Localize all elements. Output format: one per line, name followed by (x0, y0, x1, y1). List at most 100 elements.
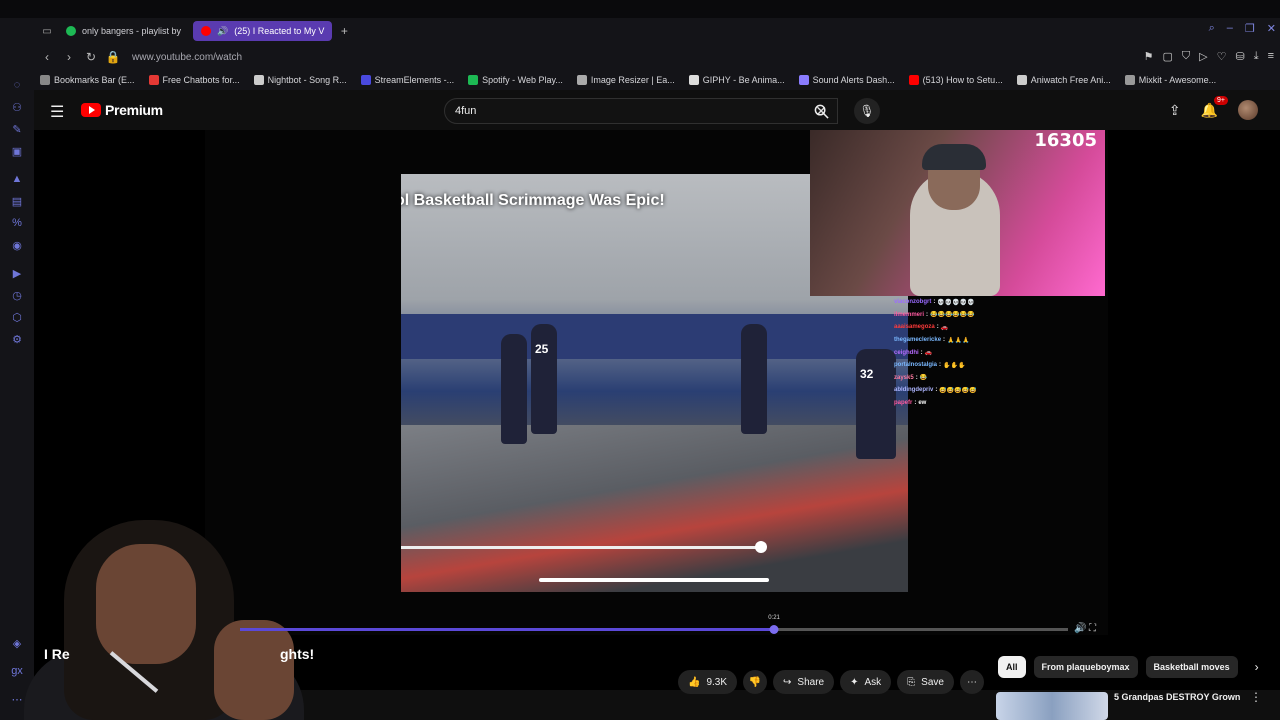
rail-history-icon[interactable]: ◷ (8, 286, 26, 304)
save-button[interactable]: ⎘ Save (897, 670, 954, 694)
video-title-right: ghts! (280, 646, 315, 662)
recommended-video[interactable]: 5 Grandpas DESTROY Grown ⋮ (996, 690, 1276, 720)
bookmark-item[interactable]: Free Chatbots for... (148, 75, 240, 85)
rail-twitch-icon[interactable]: ▤ (8, 192, 26, 210)
spotify-icon (66, 26, 76, 36)
browser-window: ▭ only bangers - playlist by 🔊 (25) I Re… (0, 0, 1280, 720)
bookmark-item[interactable]: Image Resizer | Ea... (576, 75, 675, 85)
chip-all[interactable]: All (998, 656, 1026, 678)
chat-text: 🙏🙏🙏 (947, 337, 970, 344)
embedded-scrubber (401, 546, 761, 549)
tab-overview-icon[interactable]: ▭ (40, 24, 54, 38)
rail-arrow-icon[interactable]: ▲ (8, 170, 26, 188)
bookmark-item[interactable]: Sound Alerts Dash... (798, 75, 895, 85)
search-button[interactable] (806, 98, 836, 124)
sparkle-icon: ✦ (850, 676, 859, 688)
recommended-title[interactable]: 5 Grandpas DESTROY Grown (1114, 692, 1240, 702)
logo-text: Premium (105, 102, 163, 118)
reload-icon[interactable]: ↻ (82, 50, 100, 64)
kebab-menu-icon[interactable]: ⋮ (1250, 690, 1262, 704)
window-controls: ⌕ – ❐ ✕ (1209, 22, 1276, 35)
recommendation-chips: All From plaqueboymax Basketball moves › (998, 656, 1268, 678)
rail-workspaces-icon[interactable]: ⚇ (8, 98, 26, 116)
menu-icon[interactable]: ≡ (1268, 50, 1274, 63)
rail-extensions-icon[interactable]: ⬡ (8, 308, 26, 326)
webcam-arm (214, 620, 294, 720)
share-button[interactable]: ↪ Share (773, 670, 835, 694)
like-count: 9.3K (706, 676, 728, 688)
upload-icon[interactable]: ⇪ (1169, 102, 1181, 119)
bookmark-favicon-icon (1016, 75, 1027, 85)
player-icon[interactable]: ▷ (1199, 50, 1207, 63)
bookmark-label: Free Chatbots for... (162, 75, 240, 85)
player-figure (741, 324, 767, 434)
url-field[interactable]: www.youtube.com/watch (132, 52, 242, 63)
like-button[interactable]: 👍 9.3K (678, 670, 738, 694)
bookmark-item[interactable]: Bookmarks Bar (E... (40, 75, 135, 85)
tab-label: only bangers - playlist by (82, 26, 182, 36)
chat-separator: : (939, 362, 942, 369)
rail-palette-icon[interactable]: ✎ (8, 120, 26, 138)
hamburger-menu-icon[interactable]: ☰ (50, 102, 64, 122)
chat-separator: : (936, 324, 939, 331)
new-tab-button[interactable]: + (336, 23, 352, 39)
rail-settings-icon[interactable]: ⚙ (8, 330, 26, 348)
thumbs-down-icon: 👎 (748, 676, 762, 688)
close-icon[interactable]: ✕ (1267, 22, 1276, 35)
heart-icon[interactable]: ♡ (1217, 50, 1227, 63)
adblock-icon[interactable]: ⛉ (1182, 50, 1190, 63)
chevron-right-icon[interactable]: › (1246, 656, 1268, 678)
video-progress-bar[interactable] (240, 625, 1068, 634)
bookmark-item[interactable]: Aniwatch Free Ani... (1016, 75, 1111, 85)
rail-player-icon[interactable]: ▶ (8, 264, 26, 282)
forward-icon[interactable]: › (60, 50, 78, 64)
tab-spotify[interactable]: only bangers - playlist by (58, 21, 189, 41)
chat-message: zaysk5: 😂 (894, 372, 1105, 385)
rail-percent-icon[interactable]: % (8, 214, 26, 232)
ask-button[interactable]: ✦ Ask (840, 670, 892, 694)
notifications-button[interactable]: 🔔 9+ (1201, 95, 1228, 119)
youtube-icon (201, 26, 212, 36)
lock-icon[interactable]: 🔒 (104, 50, 122, 64)
search-query: 4fun (455, 105, 477, 117)
dislike-button[interactable]: 👎 (743, 670, 768, 694)
search-input[interactable]: 4fun ✕ (444, 98, 838, 124)
chip-from-channel[interactable]: From plaqueboymax (1033, 656, 1138, 678)
bookmark-item[interactable]: Mixkit - Awesome... (1124, 75, 1216, 85)
rail-discord-icon[interactable]: ◉ (8, 236, 26, 254)
bookmark-favicon-icon (148, 75, 159, 85)
youtube-header: ☰ Premium 4fun ✕ 🎙 ⇪ 🔔 9+ (34, 90, 1280, 130)
chip-basketball-moves[interactable]: Basketball moves (1145, 656, 1238, 678)
speaker-icon[interactable]: 🔊 (217, 26, 228, 37)
restore-icon[interactable]: ❐ (1245, 22, 1255, 35)
youtube-logo[interactable]: Premium (81, 102, 163, 118)
fullscreen-icon[interactable]: ⛶ (1089, 623, 1096, 634)
bookmark-icon[interactable]: ⚑ (1144, 50, 1154, 63)
voice-search-button[interactable]: 🎙 (854, 98, 880, 124)
minimize-icon[interactable]: – (1227, 22, 1233, 35)
progress-knob[interactable] (769, 625, 779, 634)
bookmark-item[interactable]: Nightbot - Song R... (253, 75, 347, 85)
rail-ai-icon[interactable]: ◌ (8, 76, 26, 94)
home-indicator (539, 578, 769, 582)
recommended-thumbnail[interactable] (996, 692, 1108, 720)
bookmark-item[interactable]: (513) How to Setu... (908, 75, 1003, 85)
rail-messenger-icon[interactable]: ▣ (8, 142, 26, 160)
bookmark-item[interactable]: StreamElements -... (360, 75, 454, 85)
tab-youtube[interactable]: 🔊 (25) I Reacted to My V (193, 21, 333, 41)
volume-icon[interactable]: 🔊 (1074, 623, 1086, 634)
back-icon[interactable]: ‹ (38, 50, 56, 64)
search-tabs-icon[interactable]: ⌕ (1209, 22, 1215, 35)
chat-separator: : (915, 374, 918, 381)
download-icon[interactable]: ⤓ (1254, 50, 1259, 63)
avatar[interactable] (1238, 100, 1258, 120)
wallet-icon[interactable]: ⛁ (1235, 50, 1244, 63)
snapshot-icon[interactable]: ▢ (1162, 50, 1172, 63)
bookmark-item[interactable]: Spotify - Web Play... (468, 75, 563, 85)
more-actions-button[interactable]: ⋯ (959, 670, 984, 694)
bookmark-favicon-icon (468, 75, 479, 85)
chat-text: 💀💀💀💀💀 (937, 299, 975, 306)
bookmark-item[interactable]: GIPHY - Be Anima... (688, 75, 785, 85)
video-overlay-title: ol Basketball Scrimmage Was Epic! (401, 192, 665, 209)
chat-username: abldingdepriv (894, 387, 934, 394)
